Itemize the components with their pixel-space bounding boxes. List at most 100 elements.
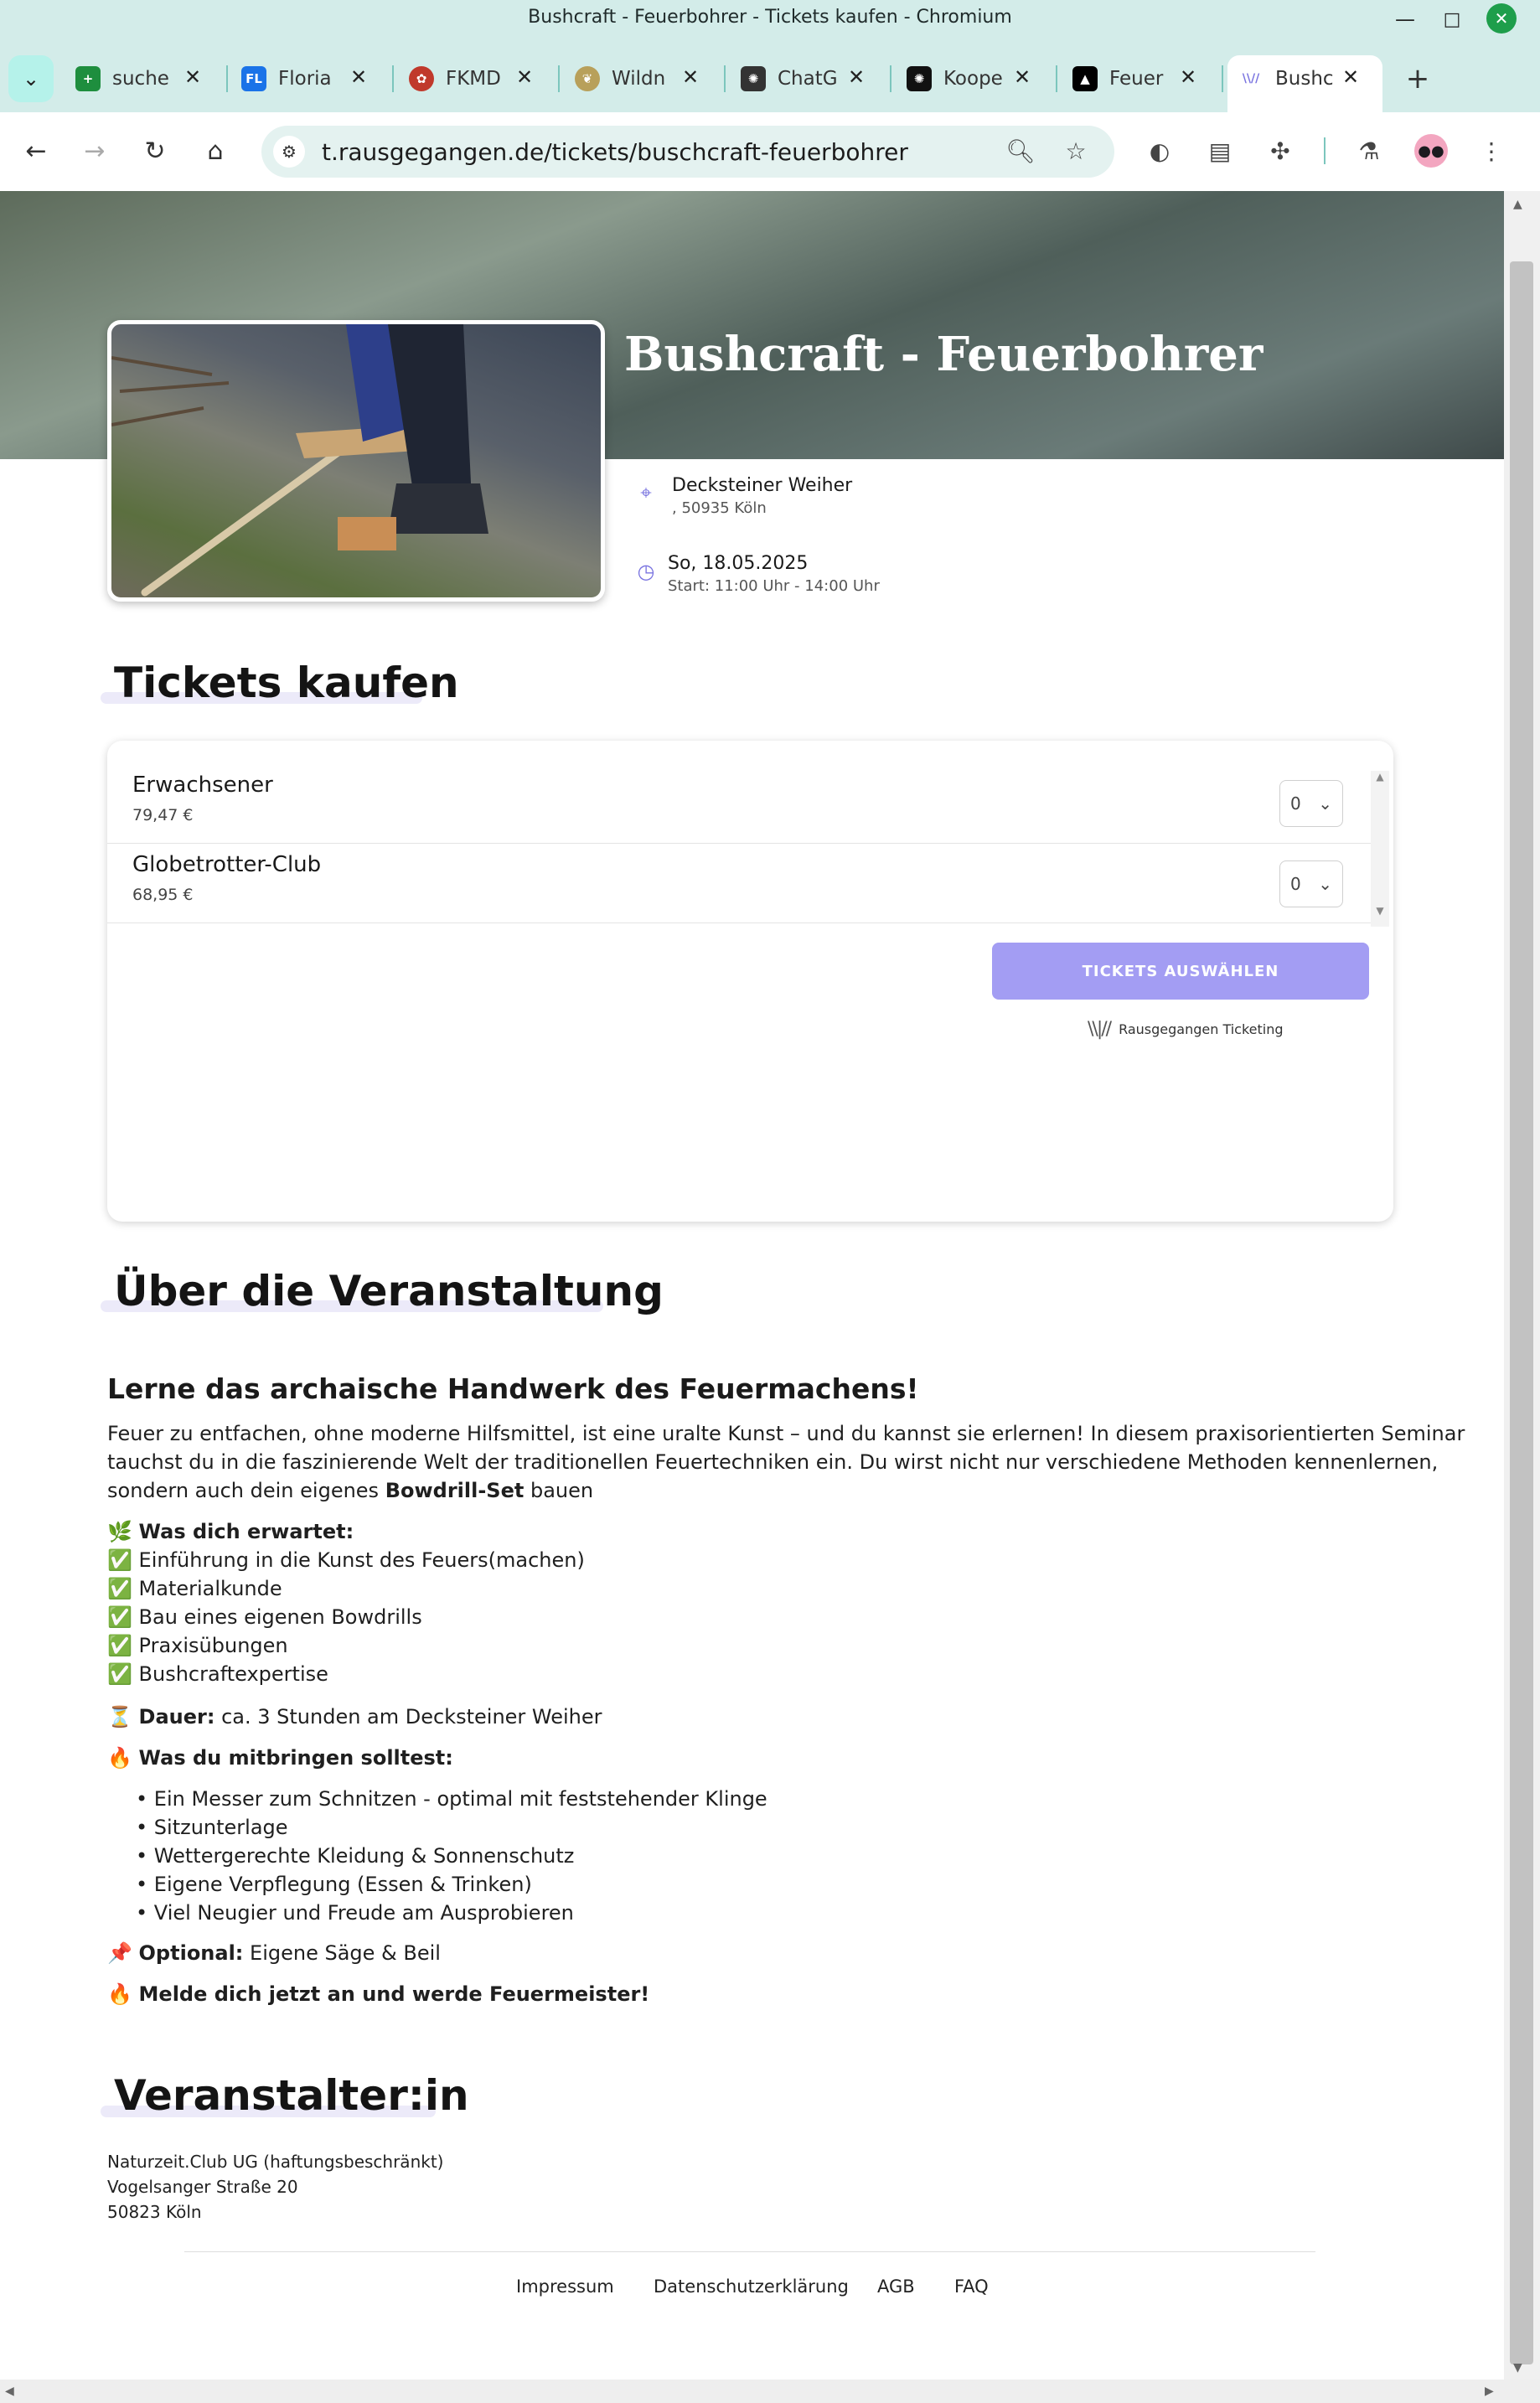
bookmark-star-icon[interactable]: ☆ [1057,132,1094,169]
footer-link-faq[interactable]: FAQ [954,2276,989,2297]
new-tab-button[interactable]: + [1398,59,1438,99]
location-pin-icon: ⌖ [640,481,652,504]
tab-title: Floria [278,68,332,90]
home-button[interactable]: ⌂ [196,132,235,170]
minimize-button[interactable]: — [1391,5,1419,34]
toolbar-divider [1324,137,1326,164]
tab-item[interactable]: + suche [75,55,171,102]
tab-search-button[interactable]: ⌄ [8,55,54,102]
zoom-icon[interactable]: 🔍︎ [1002,132,1039,169]
ticket-row-divider [107,922,1371,923]
profile-avatar[interactable]: ●● [1414,134,1448,168]
extensions-puzzle-icon[interactable]: ✣ [1262,132,1299,169]
tab-item[interactable]: ✺ Koope [907,55,1002,102]
expect-item-text: Praxisübungen [138,1634,288,1657]
checkmark-icon: ✅ [107,1577,132,1600]
organizer-city: 50823 Köln [107,2202,202,2222]
close-tab-icon[interactable]: ✕ [1180,65,1196,89]
openai-dark-icon: ✺ [907,66,932,91]
cta-text: Melde dich jetzt an und werde Feuermeist… [138,1982,650,2006]
fl-icon: FL [241,66,266,91]
select-tickets-button[interactable]: TICKETS AUSWÄHLEN [992,943,1369,1000]
footer-link-agb[interactable]: AGB [877,2276,915,2297]
intro-bold: Bowdrill-Set [385,1479,525,1502]
menu-kebab-icon[interactable]: ⋮ [1473,132,1510,169]
extension-cookie-icon[interactable]: ◐ [1141,132,1178,169]
labs-flask-icon[interactable]: ⚗ [1351,132,1388,169]
vertical-scroll-thumb[interactable] [1510,261,1533,2364]
expect-item: ✅ Bau eines eigenen Bowdrills [107,1603,422,1631]
ticket-name: Erwachsener [132,773,273,798]
bring-item-text: Ein Messer zum Schnitzen - optimal mit f… [153,1787,767,1811]
tab-item[interactable]: ❦ Wildn [575,55,670,102]
maximize-button[interactable]: □ [1438,5,1466,34]
expect-item: ✅ Materialkunde [107,1574,282,1603]
rausgegangen-logo-icon: \\|// [1088,1019,1112,1040]
reader-mode-icon[interactable]: ▤ [1202,132,1238,169]
tab-item[interactable]: ✺ ChatG [741,55,836,102]
quantity-select[interactable]: 0 ⌄ [1279,860,1343,907]
url-text[interactable]: t.rausgegangen.de/tickets/buschcraft-feu… [322,138,908,166]
tab-item[interactable]: ▲ Feuer [1072,55,1168,102]
tab-item[interactable]: ✿ FKMD [409,55,504,102]
scroll-left-arrow-icon[interactable]: ◀ [5,2385,14,2398]
tab-item[interactable]: \\// Bushc [1238,55,1334,102]
bring-item: • Eigene Verpflegung (Essen & Trinken) [136,1870,532,1899]
event-title: Bushcraft - Feuerbohrer [624,327,1264,382]
forward-button[interactable]: → [75,132,114,170]
close-tab-icon[interactable]: ✕ [848,65,865,89]
quantity-select[interactable]: 0 ⌄ [1279,780,1343,827]
scroll-down-arrow-icon[interactable]: ▼ [1513,2361,1522,2375]
close-tab-icon[interactable]: ✕ [350,65,367,89]
footer-link-datenschutz[interactable]: Datenschutzerklärung [654,2276,849,2297]
tab-item[interactable]: FL Floria [241,55,337,102]
hourglass-icon: ⏳ [107,1705,132,1729]
tab-separator [1056,65,1057,92]
expect-item-text: Materialkunde [138,1577,282,1600]
chevron-down-icon: ⌄ [22,67,40,90]
event-time: Start: 11:00 Uhr - 14:00 Uhr [668,577,880,595]
bullet-icon: • [136,1787,154,1811]
location-name[interactable]: Decksteiner Weiher [672,475,852,496]
ticketing-brand[interactable]: \\|// Rausgegangen Ticketing [1088,1019,1284,1040]
ticket-name: Globetrotter-Club [132,852,322,877]
close-tab-icon[interactable]: ✕ [516,65,533,89]
intro-line: tauchst du in die faszinierende Welt der… [107,1450,1439,1474]
close-tab-icon[interactable]: ✕ [184,65,201,89]
checkmark-icon: ✅ [107,1634,132,1657]
bring-item-text: Wettergerechte Kleidung & Sonnenschutz [153,1844,575,1868]
tickets-heading: Tickets kaufen [114,659,459,707]
brand-label: Rausgegangen Ticketing [1119,1021,1284,1037]
back-button[interactable]: ← [17,132,55,170]
bring-item-text: Eigene Verpflegung (Essen & Trinken) [153,1873,532,1896]
footer-divider [184,2251,1315,2252]
scroll-down-icon[interactable]: ▼ [1371,905,1389,917]
expect-label-line: 🌿 Was dich erwartet: [107,1517,354,1546]
ticket-row-divider [107,843,1371,844]
bring-label-line: 🔥 Was du mitbringen solltest: [107,1744,453,1772]
cta-line: 🔥 Melde dich jetzt an und werde Feuermei… [107,1980,649,2008]
intro-text: sondern auch dein eigenes [107,1479,385,1502]
optional-label: Optional: [138,1941,244,1965]
leaf-icon: 🌿 [107,1520,132,1543]
footer-link-impressum[interactable]: Impressum [516,2276,614,2297]
scroll-up-icon[interactable]: ▲ [1371,771,1389,783]
close-tab-icon[interactable]: ✕ [682,65,699,89]
site-info-icon[interactable]: ⚙ [273,136,305,168]
optional-line: 📌 Optional: Eigene Säge & Beil [107,1939,441,1967]
tab-separator [724,65,726,92]
close-tab-icon[interactable]: ✕ [1014,65,1031,89]
scroll-right-arrow-icon[interactable]: ▶ [1485,2385,1494,2398]
ticket-list-scrollbar[interactable]: ▲ ▼ [1371,771,1389,927]
reload-button[interactable]: ↻ [136,132,174,170]
close-tab-icon[interactable]: ✕ [1342,65,1359,89]
ticket-price: 79,47 € [132,806,194,824]
page-horizontal-scrollbar[interactable] [0,2380,1540,2403]
tree-icon: ✿ [409,66,434,91]
tab-title: Koope [943,68,1002,90]
tab-separator [226,65,228,92]
close-window-button[interactable]: ✕ [1486,3,1517,34]
tab-separator [890,65,891,92]
scroll-up-arrow-icon[interactable]: ▲ [1513,198,1522,211]
bullet-icon: • [136,1873,154,1896]
